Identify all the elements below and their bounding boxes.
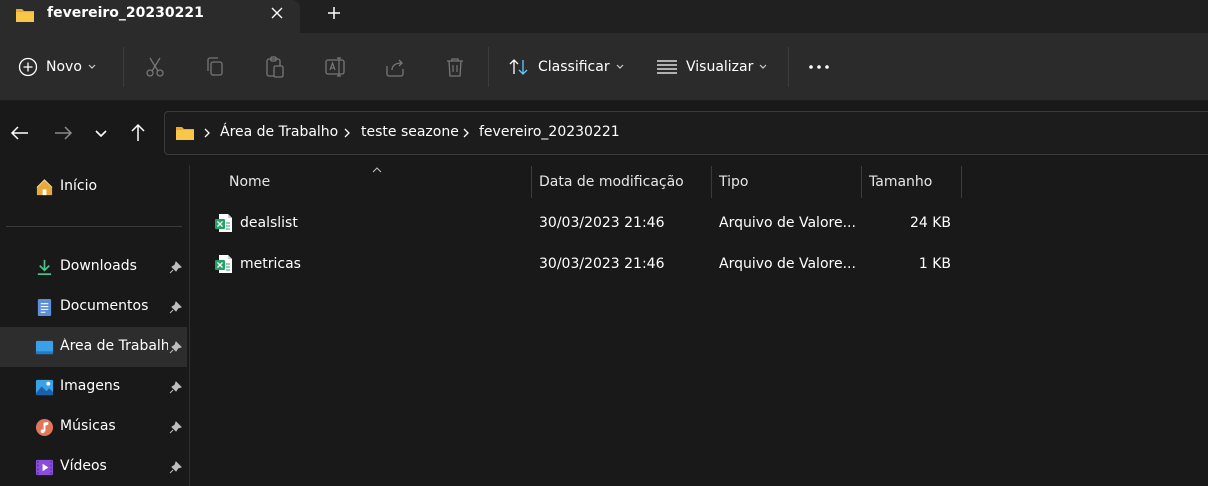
chevron-right-icon [344, 128, 350, 138]
tab-bar: fevereiro_20230221 [0, 0, 1208, 33]
column-resize-handle[interactable] [961, 166, 962, 198]
sidebar-item-images[interactable]: Imagens [0, 367, 187, 407]
pin-icon[interactable] [169, 381, 182, 394]
delete-icon[interactable] [443, 55, 467, 79]
pane-splitter[interactable] [189, 165, 190, 486]
column-header-name[interactable]: Nome [220, 166, 530, 198]
file-row[interactable]: dealslist 30/03/2023 21:46 Arquivo de Va… [200, 205, 970, 245]
column-header-size[interactable]: Tamanho [862, 166, 960, 198]
sidebar-item-desktop[interactable]: Área de Trabalho [0, 327, 187, 367]
sort-button-label: Classificar [538, 59, 610, 75]
chevron-down-icon [616, 64, 624, 69]
file-row[interactable]: metricas 30/03/2023 21:46 Arquivo de Val… [200, 246, 970, 286]
pin-icon[interactable] [169, 461, 182, 474]
list-view-icon [657, 60, 677, 74]
sidebar-item-label: Vídeos [60, 458, 107, 474]
image-icon [35, 379, 54, 396]
column-header-label: Tipo [719, 174, 749, 190]
file-type: Arquivo de Valore... [719, 215, 856, 231]
address-bar[interactable]: Área de Trabalho teste seazone fevereiro… [164, 111, 1208, 155]
chevron-right-icon [463, 128, 469, 138]
tab-title: fevereiro_20230221 [47, 5, 204, 21]
chevron-down-icon [88, 64, 96, 69]
pin-icon[interactable] [169, 301, 182, 314]
toolbar-divider [788, 47, 789, 87]
sidebar-item-videos[interactable]: Vídeos [0, 447, 187, 486]
excel-csv-icon [215, 255, 232, 273]
chevron-down-icon [759, 64, 767, 69]
breadcrumb-item[interactable]: teste seazone [361, 124, 459, 140]
new-tab-plus-icon[interactable] [325, 4, 343, 22]
view-button[interactable]: Visualizar [656, 33, 767, 101]
pin-icon[interactable] [169, 341, 182, 354]
more-options-icon[interactable] [807, 55, 831, 79]
column-header-type[interactable]: Tipo [712, 166, 860, 198]
download-icon [37, 259, 52, 276]
breadcrumb-item[interactable]: Área de Trabalho [220, 124, 338, 140]
sidebar-item-label: Área de Trabalho [60, 338, 168, 354]
toolbar-divider [488, 47, 489, 87]
video-icon [35, 459, 54, 476]
file-type: Arquivo de Valore... [719, 256, 856, 272]
column-header-label: Nome [229, 174, 271, 190]
file-size: 24 KB [909, 215, 951, 231]
folder-icon [176, 127, 194, 140]
close-icon[interactable] [268, 4, 286, 22]
column-header-modified[interactable]: Data de modificação [532, 166, 710, 198]
sidebar-item-home[interactable]: Início [0, 167, 187, 207]
up-arrow-icon[interactable] [126, 121, 150, 145]
toolbar-divider [123, 47, 124, 87]
folder-icon [16, 9, 34, 22]
paste-icon[interactable] [263, 55, 287, 79]
sidebar-item-music[interactable]: Músicas [0, 407, 187, 447]
sidebar-item-label: Documentos [60, 298, 149, 314]
home-icon [36, 179, 53, 196]
column-header-label: Tamanho [869, 174, 933, 190]
file-modified: 30/03/2023 21:46 [539, 256, 665, 272]
file-size: 1 KB [918, 256, 951, 272]
file-modified: 30/03/2023 21:46 [539, 215, 665, 231]
breadcrumb-item[interactable]: fevereiro_20230221 [479, 124, 620, 140]
sidebar-item-label: Downloads [60, 258, 137, 274]
plus-circle-icon [18, 57, 38, 77]
file-name: dealslist [240, 215, 298, 231]
navigation-bar: Área de Trabalho teste seazone fevereiro… [0, 101, 1208, 165]
recent-locations-chevron-icon[interactable] [89, 121, 113, 145]
excel-csv-icon [215, 214, 232, 232]
sort-button[interactable]: Classificar [508, 33, 624, 101]
document-icon [37, 298, 52, 317]
rename-icon[interactable] [323, 55, 347, 79]
navigation-pane: Início Downloads Documentos Área de Trab… [0, 165, 189, 486]
chevron-right-icon [204, 128, 210, 138]
pin-icon[interactable] [169, 421, 182, 434]
command-bar: Novo Classificar Visualizar [0, 33, 1208, 101]
share-icon[interactable] [383, 55, 407, 79]
sidebar-item-label: Início [60, 178, 98, 194]
view-button-label: Visualizar [686, 59, 754, 75]
sort-arrows-icon [509, 59, 528, 75]
sidebar-divider [6, 226, 182, 227]
copy-icon[interactable] [203, 55, 227, 79]
column-header-label: Data de modificação [539, 174, 684, 190]
file-name: metricas [240, 256, 301, 272]
music-icon [35, 418, 54, 437]
sidebar-item-label: Imagens [60, 378, 121, 394]
back-arrow-icon[interactable] [8, 121, 32, 145]
forward-arrow-icon[interactable] [51, 121, 75, 145]
pin-icon[interactable] [169, 261, 182, 274]
cut-icon[interactable] [143, 55, 167, 79]
new-button-label: Novo [46, 59, 82, 75]
tab-current-folder[interactable]: fevereiro_20230221 [0, 0, 300, 33]
desktop-icon [35, 340, 54, 355]
new-button[interactable]: Novo [18, 33, 96, 101]
sidebar-item-documents[interactable]: Documentos [0, 287, 187, 327]
sidebar-item-downloads[interactable]: Downloads [0, 247, 187, 287]
sidebar-item-label: Músicas [60, 418, 116, 434]
